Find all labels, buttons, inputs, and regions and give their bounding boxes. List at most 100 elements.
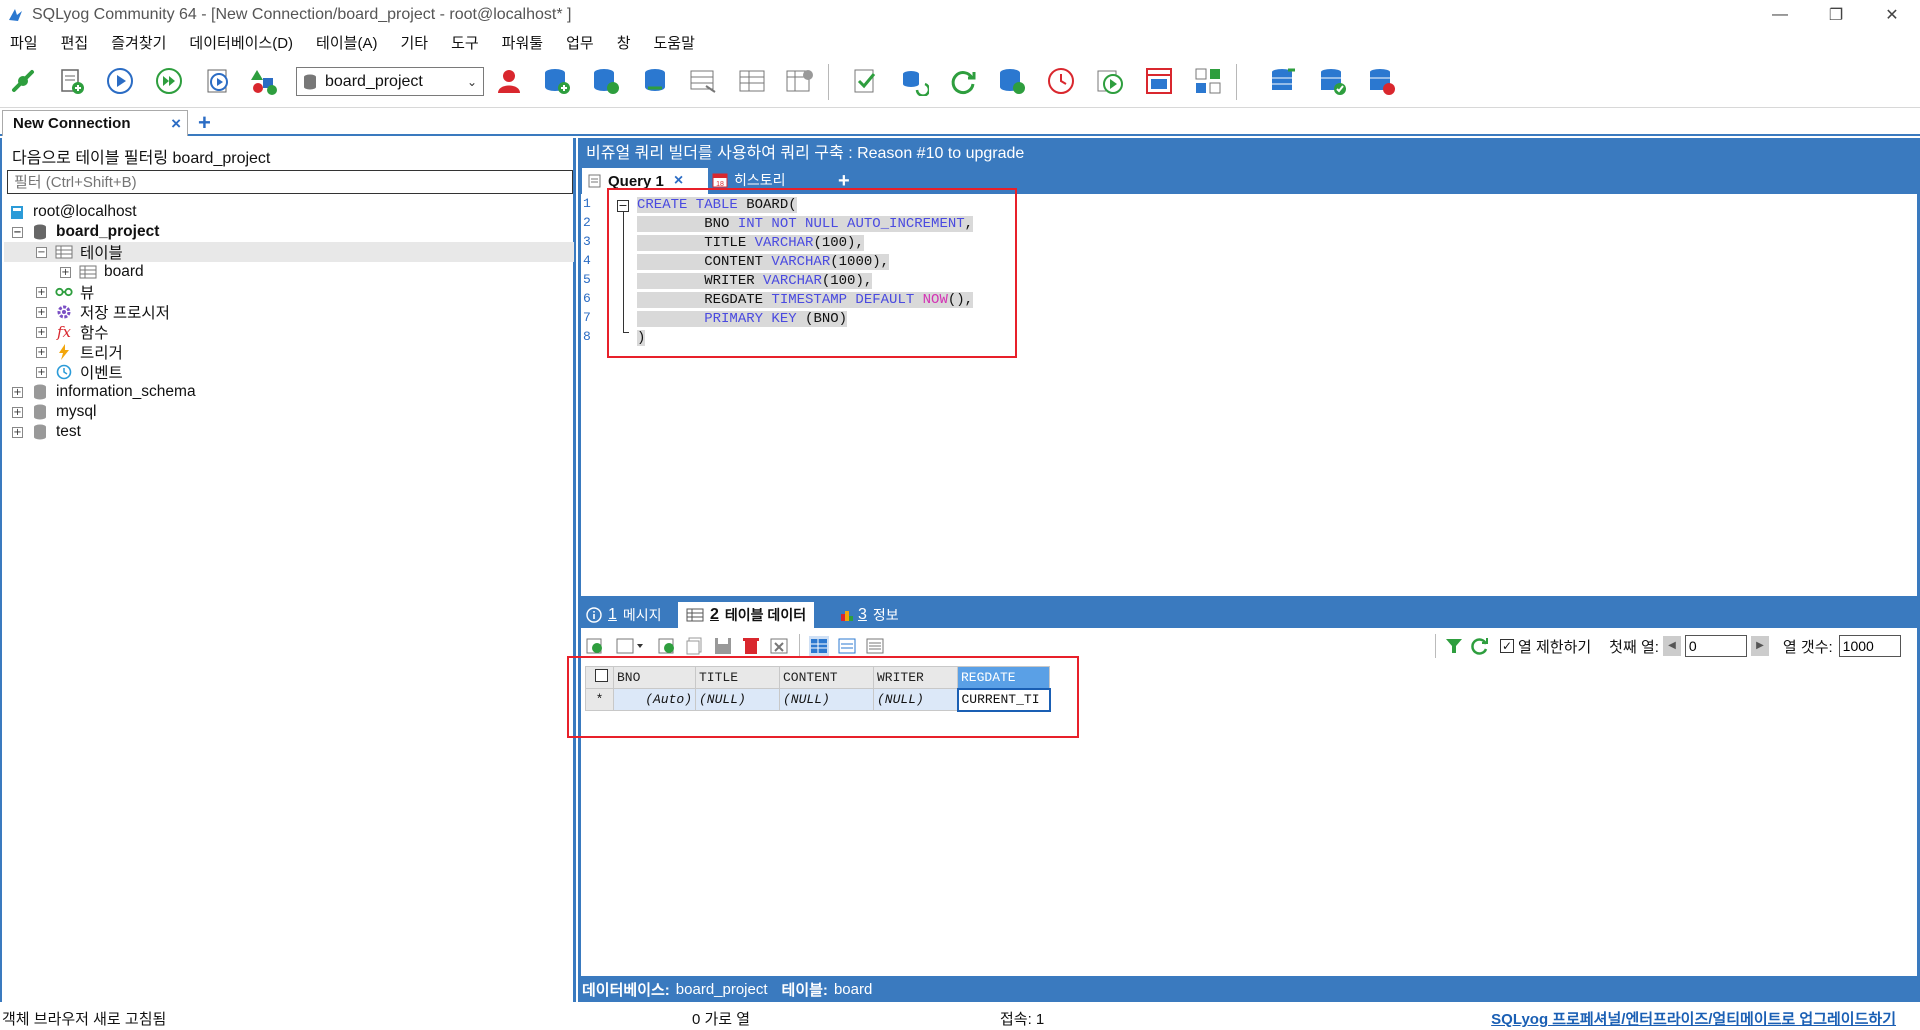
- table-data-icon[interactable]: [684, 62, 722, 100]
- menu-file[interactable]: 파일: [10, 32, 38, 53]
- tree-functions[interactable]: + fx 함수: [36, 322, 109, 342]
- menu-help[interactable]: 도움말: [654, 32, 695, 53]
- check-query-icon[interactable]: [846, 62, 884, 100]
- expand-icon[interactable]: +: [12, 386, 23, 398]
- new-connection-icon[interactable]: [4, 62, 42, 100]
- refresh-icon[interactable]: [944, 62, 982, 100]
- column-header[interactable]: TITLE: [695, 666, 780, 689]
- menu-favorites[interactable]: 즐겨찾기: [111, 32, 166, 53]
- expand-icon[interactable]: +: [12, 426, 23, 438]
- tree-db-test[interactable]: + test: [12, 422, 81, 442]
- fold-toggle-icon[interactable]: −: [617, 200, 629, 212]
- expand-icon[interactable]: +: [36, 286, 47, 298]
- table-cell[interactable]: CURRENT_TI: [956, 687, 1051, 712]
- expand-icon[interactable]: +: [36, 346, 47, 358]
- tab-new-connection[interactable]: New Connection ×: [2, 110, 188, 136]
- menu-others[interactable]: 기타: [400, 32, 428, 53]
- menu-table[interactable]: 테이블(A): [316, 32, 377, 53]
- table-grid-icon[interactable]: [733, 62, 771, 100]
- tree-procedures[interactable]: + 저장 프로시저: [36, 302, 170, 322]
- form-view-icon[interactable]: [837, 636, 857, 656]
- tab-info[interactable]: 3 정보: [840, 602, 899, 628]
- grid-options-dropdown-icon[interactable]: [615, 636, 645, 656]
- cancel-changes-icon[interactable]: [769, 636, 789, 656]
- copy-row-icon[interactable]: [685, 636, 705, 656]
- column-header[interactable]: BNO: [613, 666, 696, 689]
- select-all-checkbox[interactable]: [585, 666, 614, 689]
- import-external-icon[interactable]: [1091, 62, 1129, 100]
- tree-table-board[interactable]: + board: [60, 262, 144, 282]
- delete-icon[interactable]: [741, 636, 761, 656]
- db-copy-icon[interactable]: [1264, 62, 1302, 100]
- limit-rows-checkbox[interactable]: ✓: [1500, 639, 1514, 653]
- add-connection-tab-button[interactable]: +: [198, 110, 211, 136]
- column-header[interactable]: REGDATE: [957, 666, 1050, 689]
- expand-icon[interactable]: +: [36, 366, 47, 378]
- text-view-icon[interactable]: [865, 636, 885, 656]
- grid-view-icon[interactable]: [809, 636, 829, 656]
- tree-root[interactable]: root@localhost: [8, 202, 137, 222]
- schema-designer-icon[interactable]: [245, 62, 283, 100]
- db-verify-icon[interactable]: [1313, 62, 1351, 100]
- tree-db-information-schema[interactable]: + information_schema: [12, 382, 196, 402]
- close-tab-icon[interactable]: ×: [171, 114, 181, 134]
- execute-edit-icon[interactable]: [200, 62, 238, 100]
- next-page-button[interactable]: ▶: [1750, 636, 1769, 656]
- scheduler-clock-icon[interactable]: [1042, 62, 1080, 100]
- menu-window[interactable]: 창: [617, 32, 631, 53]
- create-table-icon[interactable]: [587, 62, 625, 100]
- tree-events[interactable]: + 이벤트: [36, 362, 123, 382]
- minimize-button[interactable]: —: [1752, 0, 1808, 30]
- tree-db-mysql[interactable]: + mysql: [12, 402, 96, 422]
- menu-transactions[interactable]: 업무: [566, 32, 594, 53]
- filter-funnel-icon[interactable]: [1444, 636, 1464, 656]
- menu-edit[interactable]: 편집: [61, 32, 89, 53]
- tree-views[interactable]: + 뷰: [36, 282, 94, 302]
- alter-database-icon[interactable]: [636, 62, 674, 100]
- execute-query-icon[interactable]: [101, 62, 139, 100]
- new-query-icon[interactable]: [52, 62, 90, 100]
- tab-history[interactable]: 18 히스토리: [712, 168, 786, 192]
- tab-table-data[interactable]: 2 테이블 데이터: [678, 602, 815, 628]
- save-icon[interactable]: [713, 636, 733, 656]
- first-row-input[interactable]: [1684, 635, 1747, 657]
- collapse-icon[interactable]: −: [12, 226, 23, 238]
- refresh-icon[interactable]: [1470, 636, 1490, 656]
- table-settings-icon[interactable]: [780, 62, 818, 100]
- duplicate-row-icon[interactable]: [657, 636, 677, 656]
- add-query-tab-button[interactable]: +: [838, 170, 850, 193]
- close-window-button[interactable]: ✕: [1864, 0, 1920, 30]
- tree-db-board-project[interactable]: − board_project: [12, 222, 159, 242]
- expand-icon[interactable]: +: [60, 266, 71, 278]
- menu-tools[interactable]: 도구: [451, 32, 479, 53]
- row-count-input[interactable]: [1838, 635, 1901, 657]
- maximize-button[interactable]: ❐: [1808, 0, 1864, 30]
- expand-icon[interactable]: +: [36, 306, 47, 318]
- filter-input[interactable]: [7, 170, 573, 194]
- insert-row-icon[interactable]: [585, 636, 605, 656]
- menu-database[interactable]: 데이터베이스(D): [189, 32, 293, 53]
- create-database-icon[interactable]: [538, 62, 576, 100]
- column-header[interactable]: WRITER: [873, 666, 958, 689]
- backup-database-icon[interactable]: [993, 62, 1031, 100]
- close-tab-icon[interactable]: ×: [674, 172, 683, 190]
- tree-tables-folder[interactable]: − 테이블: [4, 242, 574, 262]
- previous-page-button[interactable]: ◀: [1662, 636, 1681, 656]
- tab-query-1[interactable]: Query 1 ×: [582, 168, 708, 194]
- menu-powertools[interactable]: 파워툴: [502, 32, 543, 53]
- execute-all-icon[interactable]: [150, 62, 188, 100]
- tab-messages[interactable]: 1 메시지: [586, 602, 662, 628]
- table-cell[interactable]: (Auto): [613, 688, 696, 711]
- schema-sync-icon[interactable]: [1140, 62, 1178, 100]
- collapse-icon[interactable]: −: [36, 246, 47, 258]
- table-cell[interactable]: (NULL): [779, 688, 874, 711]
- tree-triggers[interactable]: + 트리거: [36, 342, 123, 362]
- expand-icon[interactable]: +: [36, 326, 47, 338]
- upgrade-link[interactable]: SQLyog 프로페셔널/엔터프라이즈/얼티메이트로 업그레이드하기: [1491, 1008, 1896, 1029]
- sync-database-icon[interactable]: [895, 62, 933, 100]
- data-sync-icon[interactable]: [1189, 62, 1227, 100]
- table-cell[interactable]: (NULL): [695, 688, 780, 711]
- expand-icon[interactable]: +: [12, 406, 23, 418]
- query-builder-banner[interactable]: 비쥬얼 쿼리 빌더를 사용하여 쿼리 구축 : Reason #10 to up…: [578, 138, 1920, 164]
- db-transfer-icon[interactable]: [1362, 62, 1400, 100]
